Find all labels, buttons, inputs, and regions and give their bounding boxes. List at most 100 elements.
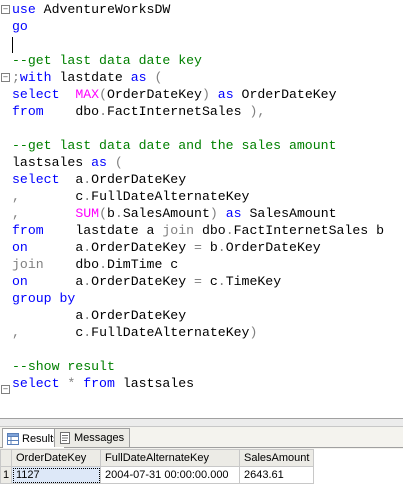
code-token: OrderDateKey — [241, 87, 337, 102]
code-token: --get last data date and the sales amoun… — [12, 138, 337, 153]
code-token: TimeKey — [225, 274, 282, 289]
code-token: . — [217, 274, 226, 289]
code-token: go — [12, 19, 28, 34]
tab-messages[interactable]: Messages — [54, 428, 131, 447]
code-token: . — [83, 274, 92, 289]
code-line[interactable]: from dbo.FactInternetSales ), — [12, 103, 265, 120]
code-line[interactable]: go — [12, 18, 28, 35]
table-cell[interactable]: 2643.61 — [238, 466, 315, 484]
code-token: OrderDateKey — [91, 308, 187, 323]
results-grid-icon — [7, 432, 19, 445]
code-line[interactable]: ;with lastdate as ( — [12, 69, 162, 86]
code-line[interactable]: --get last data date and the sales amoun… — [12, 137, 336, 154]
code-token: . — [83, 189, 92, 204]
code-token: select — [12, 87, 76, 102]
code-token: on — [12, 274, 76, 289]
table-row: 1 1127 2004-07-31 00:00:00.000 2643.61 — [0, 466, 315, 484]
collapse-toggle-icon[interactable]: − — [1, 73, 10, 82]
code-token: ( — [154, 70, 163, 85]
row-number[interactable]: 1 — [0, 466, 12, 484]
results-pane: Results Messages OrderDateKey FullDateAl… — [0, 418, 403, 496]
code-token: SalesAmount — [122, 206, 210, 221]
code-token: ( — [99, 87, 107, 102]
code-token: select — [12, 376, 68, 391]
column-header[interactable]: SalesAmount — [238, 449, 315, 467]
code-token: DimTime c — [106, 257, 179, 272]
code-token: select — [12, 172, 76, 187]
code-line[interactable]: , c.FullDateAlternateKey — [12, 188, 249, 205]
code-line[interactable]: select * from lastsales — [12, 375, 194, 392]
code-token: OrderDateKey — [106, 87, 202, 102]
code-token: from — [12, 223, 76, 238]
collapse-toggle-icon[interactable]: − — [1, 385, 10, 394]
code-token: b — [209, 240, 218, 255]
code-token: c — [209, 274, 218, 289]
grid-corner[interactable] — [0, 449, 12, 467]
code-token: as — [91, 155, 115, 170]
code-line[interactable]: on a.OrderDateKey = c.TimeKey — [12, 273, 281, 290]
code-token: ; — [12, 70, 20, 85]
sql-editor[interactable]: − − − use AdventureWorksDW go --get last d… — [0, 0, 403, 418]
code-token: ) — [249, 325, 258, 340]
code-token: as — [217, 87, 242, 102]
code-token: dbo — [201, 223, 226, 238]
tab-messages-label: Messages — [74, 432, 125, 444]
column-header[interactable]: OrderDateKey — [11, 449, 101, 467]
code-token: . — [83, 325, 92, 340]
code-line[interactable]: , SUM(b.SalesAmount) as SalesAmount — [12, 205, 337, 222]
code-token: as — [130, 70, 155, 85]
code-line[interactable]: , c.FullDateAlternateKey) — [12, 324, 257, 341]
code-token: SUM — [75, 206, 100, 221]
code-token: dbo — [75, 257, 100, 272]
code-token: ( — [99, 206, 107, 221]
code-line[interactable]: use AdventureWorksDW — [12, 1, 170, 18]
code-token: MAX — [75, 87, 100, 102]
code-line[interactable]: select MAX(OrderDateKey) as OrderDateKey — [12, 86, 337, 103]
code-token: lastsales — [122, 376, 195, 391]
code-token: lastdate — [59, 70, 131, 85]
code-token: with — [19, 70, 60, 85]
code-token: ), — [249, 104, 266, 119]
results-tabs: Results Messages — [0, 427, 403, 448]
code-token: dbo — [75, 104, 100, 119]
code-token: . — [217, 240, 226, 255]
editor-margin — [0, 0, 6, 418]
code-token: OrderDateKey — [225, 240, 321, 255]
code-token: FullDateAlternateKey — [91, 189, 250, 204]
code-token: OrderDateKey — [91, 240, 195, 255]
code-line[interactable]: from lastdate a join dbo.FactInternetSal… — [12, 222, 384, 239]
code-line[interactable]: group by — [12, 290, 75, 307]
code-token: , — [12, 189, 76, 204]
code-token: . — [114, 206, 123, 221]
code-token: FactInternetSales b — [233, 223, 384, 238]
code-token: on — [12, 240, 76, 255]
column-header[interactable]: FullDateAlternateKey — [100, 449, 240, 467]
code-token: . — [83, 240, 92, 255]
code-line[interactable]: select a.OrderDateKey — [12, 171, 186, 188]
code-token: ) — [201, 87, 218, 102]
table-cell[interactable]: 1127 — [11, 466, 101, 484]
code-line[interactable]: --show result — [12, 358, 115, 375]
code-line[interactable]: a.OrderDateKey — [12, 307, 186, 324]
code-line[interactable]: join dbo.DimTime c — [12, 256, 178, 273]
code-token: lastsales — [12, 155, 92, 170]
code-line[interactable]: lastsales as ( — [12, 154, 123, 171]
code-token: * — [67, 376, 84, 391]
collapse-toggle-icon[interactable]: − — [1, 5, 10, 14]
code-token: AdventureWorksDW — [43, 2, 171, 17]
code-token: --get last data date key — [12, 53, 202, 68]
horizontal-scrollbar[interactable] — [0, 419, 403, 427]
code-line[interactable]: on a.OrderDateKey = b.OrderDateKey — [12, 239, 321, 256]
code-token: join — [162, 223, 202, 238]
code-token: = — [194, 274, 210, 289]
code-token: OrderDateKey — [91, 274, 195, 289]
code-token: OrderDateKey — [91, 172, 187, 187]
code-token: from — [83, 376, 123, 391]
code-line[interactable]: --get last data date key — [12, 52, 202, 69]
code-token: SalesAmount — [249, 206, 337, 221]
code-token: lastdate a — [75, 223, 163, 238]
table-cell[interactable]: 2004-07-31 00:00:00.000 — [100, 466, 240, 484]
code-token: ( — [114, 155, 123, 170]
messages-icon — [59, 432, 71, 444]
